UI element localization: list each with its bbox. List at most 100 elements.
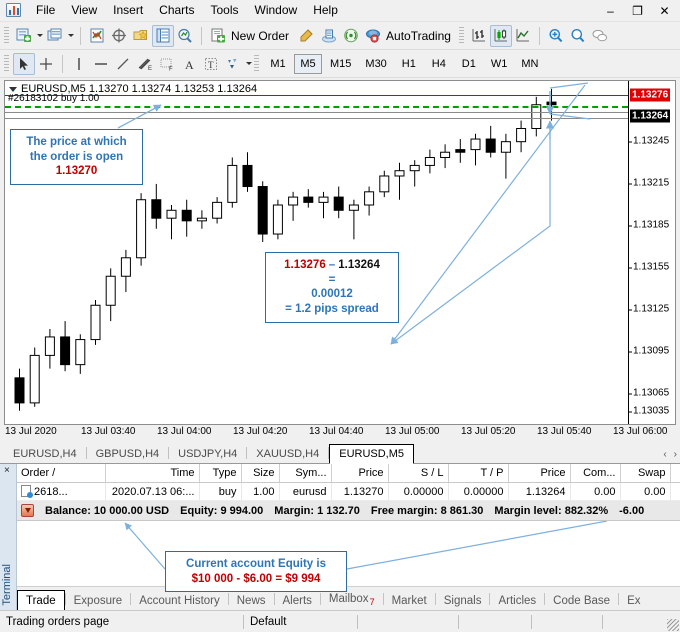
trendline-icon[interactable] bbox=[112, 53, 134, 75]
tab-account-history[interactable]: Account History bbox=[131, 591, 228, 610]
tab-signals[interactable]: Signals bbox=[436, 591, 490, 610]
tab-mailbox-label: Mailbox bbox=[328, 592, 369, 605]
cell-price-open: 1.13270 bbox=[331, 482, 389, 501]
column-sl[interactable]: S / L bbox=[388, 464, 449, 483]
terminal-icon[interactable] bbox=[152, 24, 174, 47]
chart-tab-eurusd-h4[interactable]: EURUSD,H4 bbox=[4, 445, 86, 463]
tab-trade[interactable]: Trade bbox=[17, 590, 65, 610]
column-swap[interactable]: Swap bbox=[620, 464, 671, 483]
chart-tabs-scroll-left-icon[interactable]: ‹ bbox=[663, 449, 666, 460]
tab-market[interactable]: Market bbox=[384, 591, 435, 610]
zoom-in-icon[interactable] bbox=[545, 25, 567, 47]
table-row[interactable]: 2618... 2020.07.13 06:... buy 1.00 eurus… bbox=[17, 482, 680, 501]
menu-charts[interactable]: Charts bbox=[151, 0, 202, 21]
price-axis[interactable]: 1.13276 1.13264 1.13245 1.13215 1.13185 … bbox=[628, 81, 675, 424]
new-chart-dropdown-icon[interactable] bbox=[35, 25, 44, 47]
menu-file[interactable]: File bbox=[28, 0, 63, 21]
column-profit[interactable]: Profit bbox=[670, 464, 680, 483]
navigator-icon[interactable] bbox=[130, 25, 152, 47]
mailbox-unread-badge: 7 bbox=[369, 597, 375, 607]
close-button[interactable]: ✕ bbox=[651, 1, 678, 20]
chart-tab-eurusd-m5[interactable]: EURUSD,M5 bbox=[329, 444, 415, 464]
timeframe-m1[interactable]: M1 bbox=[264, 54, 292, 74]
menu-view[interactable]: View bbox=[63, 0, 105, 21]
autotrading-label[interactable]: AutoTrading bbox=[384, 29, 458, 43]
toolbar-grip[interactable] bbox=[4, 26, 9, 45]
cursor-icon[interactable] bbox=[13, 52, 35, 75]
tab-code-base[interactable]: Code Base bbox=[545, 591, 618, 610]
autotrading-icon[interactable] bbox=[362, 25, 384, 47]
column-symbol[interactable]: Sym... bbox=[279, 464, 332, 483]
chart-tabs-scroll-right-icon[interactable]: › bbox=[674, 449, 677, 460]
text-label-icon[interactable]: T bbox=[200, 53, 222, 75]
new-order-label[interactable]: New Order bbox=[229, 29, 296, 43]
order-document-icon bbox=[21, 485, 33, 498]
tab-exposure[interactable]: Exposure bbox=[66, 591, 131, 610]
new-order-icon[interactable] bbox=[207, 25, 229, 47]
column-type[interactable]: Type bbox=[199, 464, 242, 483]
data-window-icon[interactable] bbox=[108, 25, 130, 47]
app-logo-icon bbox=[5, 2, 23, 19]
y-tick-6: 1.13065 bbox=[628, 387, 670, 399]
timeframe-m15[interactable]: M15 bbox=[324, 54, 357, 74]
column-price-current[interactable]: Price bbox=[508, 464, 571, 483]
zoom-out-icon[interactable] bbox=[567, 25, 589, 47]
menu-help[interactable]: Help bbox=[305, 0, 346, 21]
chart-collapse-icon[interactable] bbox=[9, 86, 17, 92]
metaeditor-icon[interactable] bbox=[296, 25, 318, 47]
line-toolbar-grip[interactable] bbox=[4, 54, 9, 73]
line-chart-icon[interactable] bbox=[512, 25, 534, 47]
chart-plot-area[interactable]: #26183102 buy 1.00 Copyright GetKnowTrad… bbox=[5, 81, 628, 424]
tab-alerts[interactable]: Alerts bbox=[275, 591, 320, 610]
resize-grip[interactable] bbox=[667, 619, 679, 631]
menu-window[interactable]: Window bbox=[247, 0, 306, 21]
timeframe-m30[interactable]: M30 bbox=[359, 54, 392, 74]
candlestick-chart-icon[interactable] bbox=[489, 24, 512, 47]
annotation-2-bid: 1.13264 bbox=[338, 259, 380, 271]
chart-panel[interactable]: EURUSD,M5 1.13270 1.13274 1.13253 1.1326… bbox=[4, 80, 676, 425]
market-watch-icon[interactable] bbox=[86, 25, 108, 47]
cell-price-current: 1.13264 bbox=[508, 482, 571, 501]
chart-tab-gbpusd-h4[interactable]: GBPUSD,H4 bbox=[87, 445, 169, 463]
column-size[interactable]: Size bbox=[241, 464, 280, 483]
minimize-button[interactable]: – bbox=[597, 1, 624, 20]
horizontal-line-icon[interactable] bbox=[90, 53, 112, 75]
timeframe-d1[interactable]: D1 bbox=[455, 54, 483, 74]
tile-windows-dropdown-icon[interactable] bbox=[66, 25, 75, 47]
terminal-close-icon[interactable]: × bbox=[4, 465, 10, 476]
chart-tab-usdjpy-h4[interactable]: USDJPY,H4 bbox=[169, 445, 246, 463]
chart-tab-xauusd-h4[interactable]: XAUUSD,H4 bbox=[247, 445, 328, 463]
strategy-tester-icon[interactable] bbox=[174, 25, 196, 47]
column-tp[interactable]: T / P bbox=[448, 464, 509, 483]
timeframe-m5[interactable]: M5 bbox=[294, 53, 322, 74]
restore-button[interactable]: ❐ bbox=[624, 1, 651, 20]
crosshair-icon[interactable] bbox=[35, 53, 57, 75]
expert-advisors-icon[interactable] bbox=[318, 25, 340, 47]
column-order[interactable]: Order / bbox=[17, 464, 106, 483]
text-icon[interactable]: A bbox=[178, 53, 200, 75]
shapes-icon[interactable] bbox=[222, 53, 244, 75]
tab-articles[interactable]: Articles bbox=[490, 591, 544, 610]
column-price-open[interactable]: Price bbox=[331, 464, 389, 483]
chat-icon[interactable] bbox=[589, 25, 611, 47]
timeframe-mn[interactable]: MN bbox=[515, 54, 544, 74]
timeframe-h1[interactable]: H1 bbox=[395, 54, 423, 74]
menu-tools[interactable]: Tools bbox=[203, 0, 247, 21]
timeframe-h4[interactable]: H4 bbox=[425, 54, 453, 74]
equidistant-channel-icon[interactable]: E bbox=[134, 53, 156, 75]
column-time[interactable]: Time bbox=[105, 464, 200, 483]
menu-insert[interactable]: Insert bbox=[105, 0, 151, 21]
chart-type-grip[interactable] bbox=[458, 26, 464, 45]
signals-icon[interactable] bbox=[340, 25, 362, 47]
fibonacci-icon[interactable]: F bbox=[156, 53, 178, 75]
new-chart-icon[interactable] bbox=[13, 25, 35, 47]
bar-chart-icon[interactable] bbox=[468, 25, 490, 47]
tab-experts[interactable]: Ex bbox=[619, 591, 648, 610]
timeframe-grip[interactable] bbox=[254, 54, 259, 73]
column-commission[interactable]: Com... bbox=[570, 464, 621, 483]
vertical-line-icon[interactable] bbox=[68, 53, 90, 75]
timeframe-w1[interactable]: W1 bbox=[485, 54, 514, 74]
tab-news[interactable]: News bbox=[229, 591, 274, 610]
shapes-dropdown-icon[interactable] bbox=[244, 53, 253, 75]
tile-windows-icon[interactable] bbox=[44, 25, 66, 47]
